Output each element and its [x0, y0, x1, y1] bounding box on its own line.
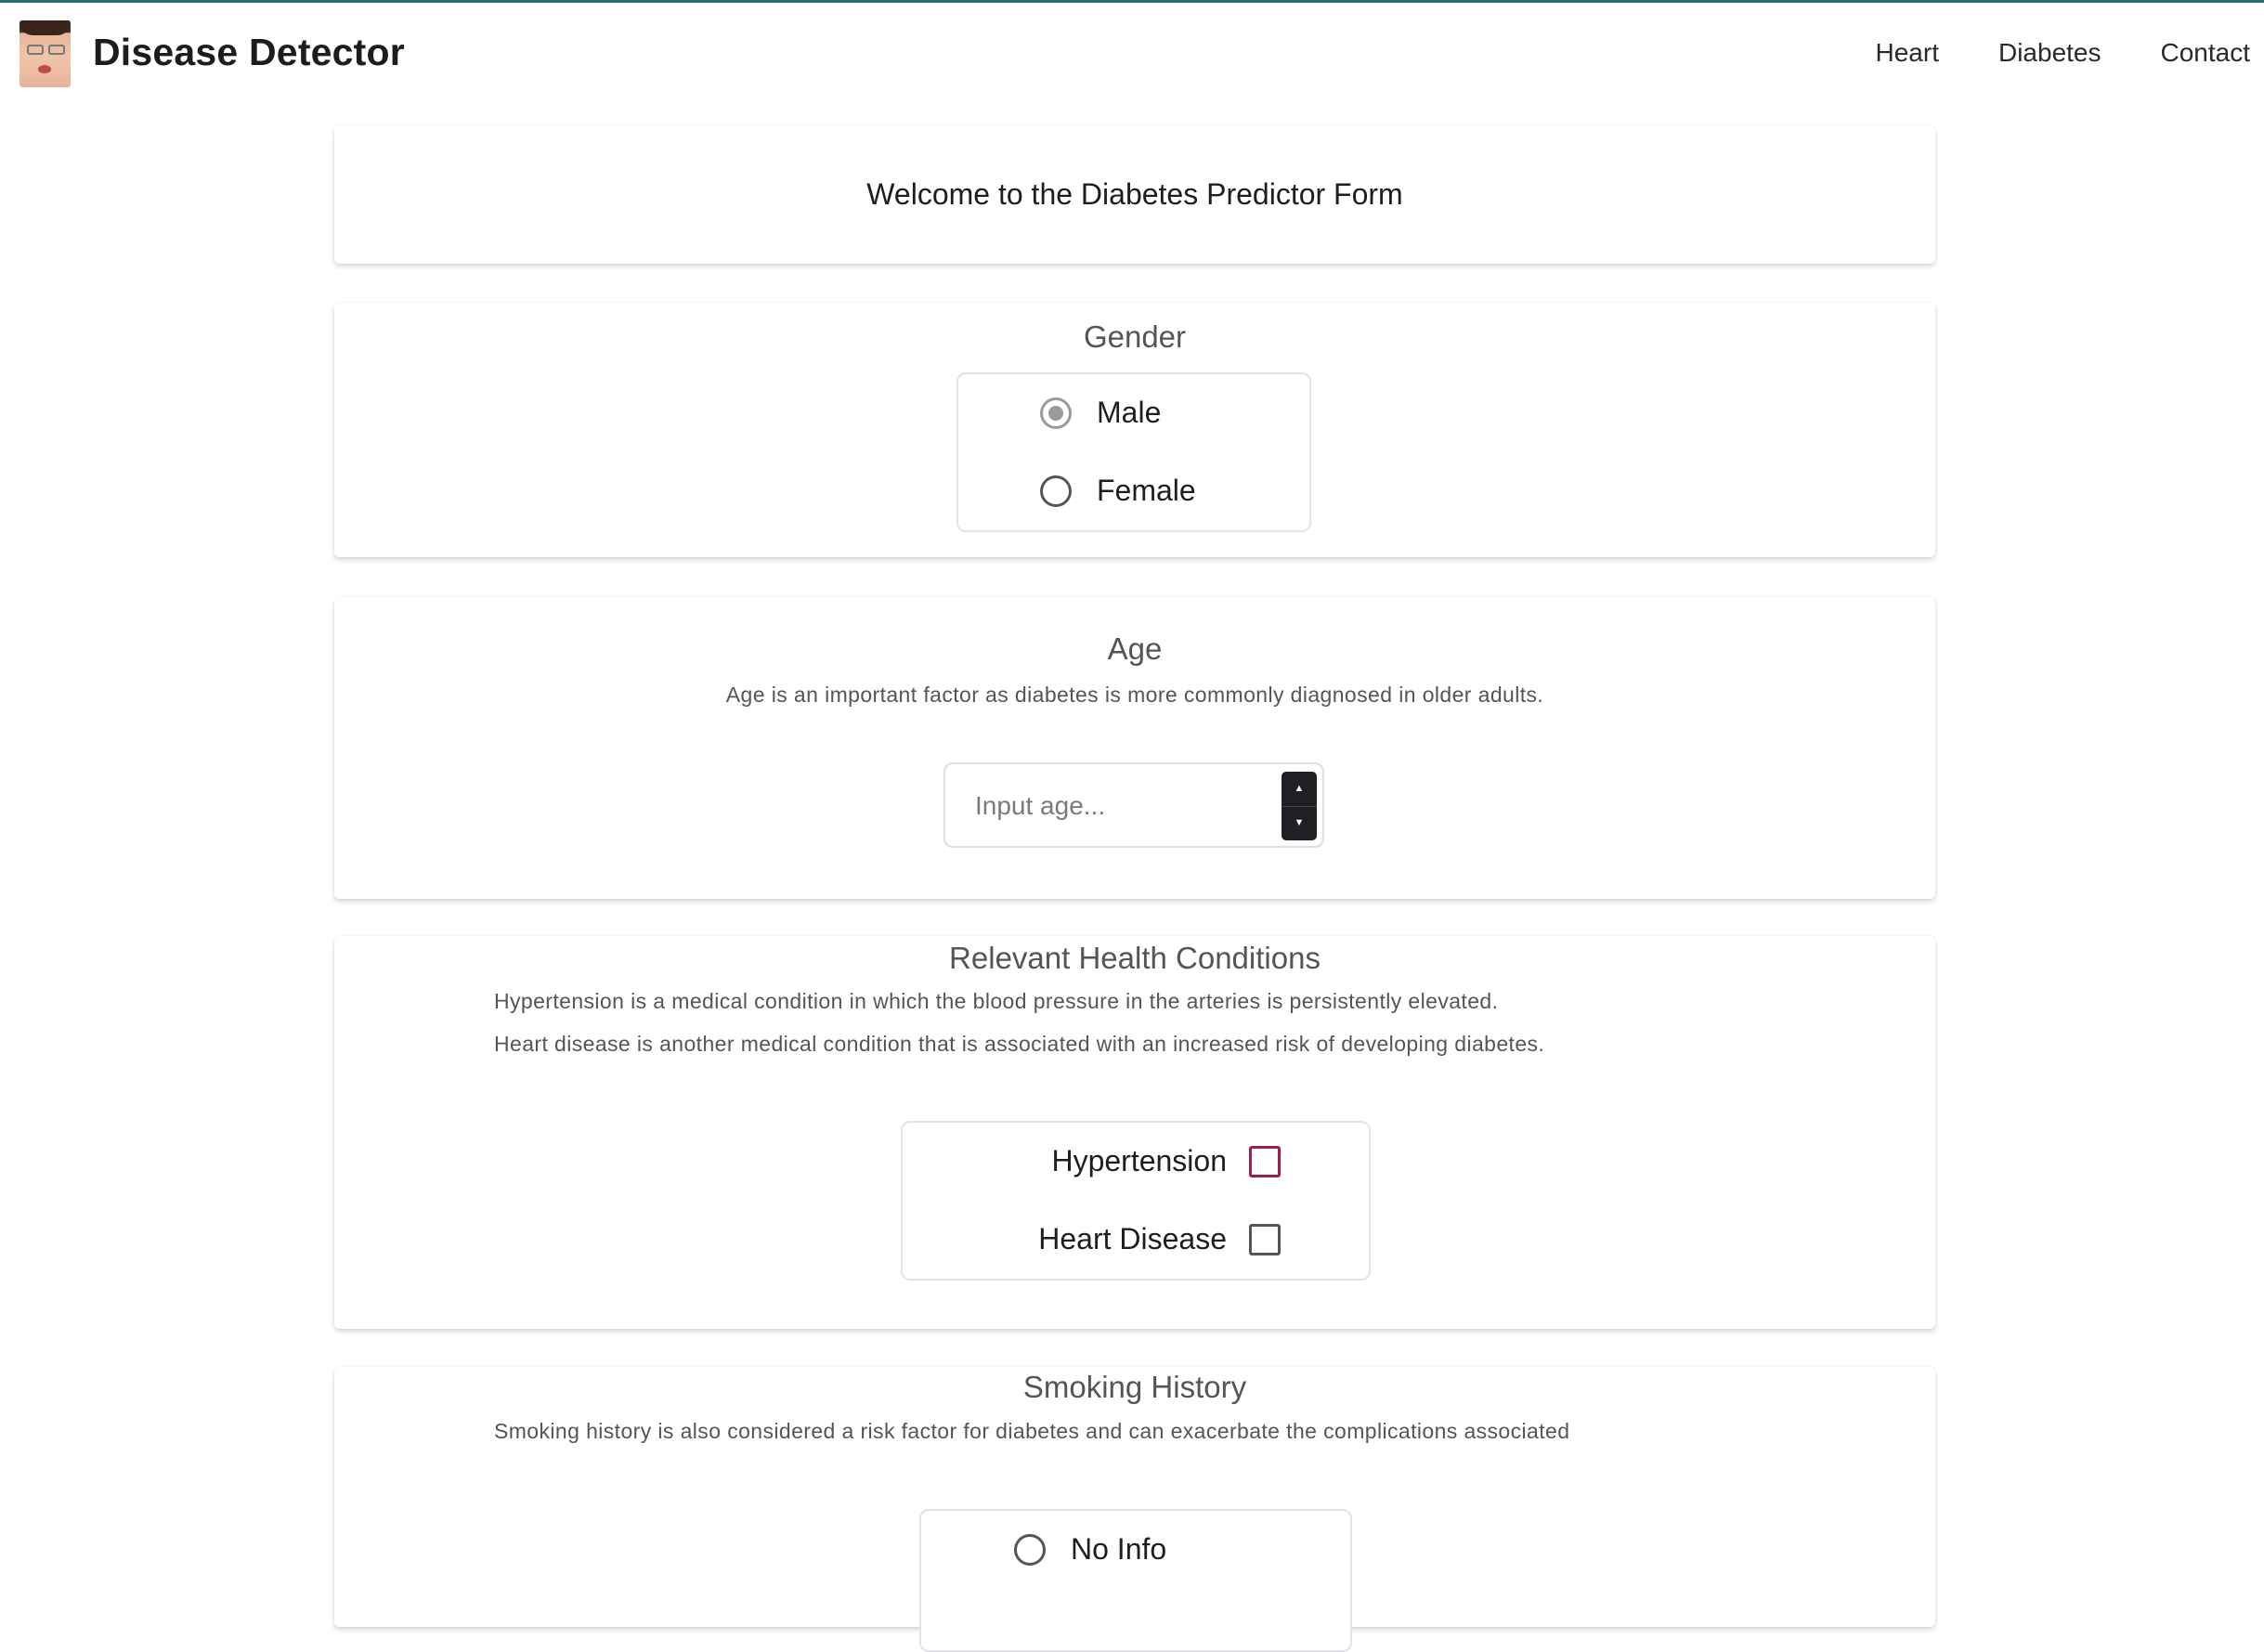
smoking-description: Smoking history is also considered a ris…	[494, 1419, 1570, 1443]
gender-option-label: Female	[1097, 474, 1196, 507]
spinner-down-icon[interactable]: ▼	[1282, 806, 1317, 840]
checkbox-hypertension[interactable]	[1249, 1145, 1281, 1177]
conditions-description-heart: Heart disease is another medical conditi…	[494, 1032, 1545, 1056]
age-title: Age	[1107, 631, 1163, 666]
nav-link-heart[interactable]: Heart	[1876, 38, 1939, 75]
checkbox-heart-disease[interactable]	[1249, 1223, 1281, 1255]
gender-option-label: Male	[1097, 396, 1162, 429]
smoking-options: No Info	[919, 1509, 1352, 1652]
nav-link-contact[interactable]: Contact	[2161, 38, 2251, 75]
age-input-wrapper: ▲ ▼	[943, 762, 1324, 848]
gender-card: Gender Male Female	[334, 303, 1935, 557]
condition-option-heart-disease[interactable]: Heart Disease	[1038, 1222, 1281, 1256]
welcome-card: Welcome to the Diabetes Predictor Form	[334, 125, 1935, 264]
age-input[interactable]	[947, 766, 1293, 846]
age-description: Age is an important factor as diabetes i…	[725, 683, 1544, 707]
age-spinner: ▲ ▼	[1282, 772, 1317, 840]
radio-male[interactable]	[1040, 397, 1072, 429]
gender-option-female[interactable]: Female	[1040, 474, 1196, 508]
radio-female[interactable]	[1040, 475, 1072, 507]
age-card: Age Age is an important factor as diabet…	[334, 597, 1935, 899]
smoking-option-label: No Info	[1071, 1532, 1167, 1566]
spinner-up-icon[interactable]: ▲	[1282, 772, 1317, 807]
condition-option-label: Hypertension	[1051, 1144, 1227, 1177]
condition-option-hypertension[interactable]: Hypertension	[1051, 1144, 1281, 1178]
conditions-card: Relevant Health Conditions Hypertension …	[334, 936, 1935, 1329]
conditions-description-hypertension: Hypertension is a medical condition in w…	[494, 989, 1499, 1013]
smoking-option-no-info[interactable]: No Info	[1014, 1532, 1166, 1567]
smoking-card: Smoking History Smoking history is also …	[334, 1367, 1935, 1652]
smoking-title: Smoking History	[1022, 1370, 1247, 1404]
radio-no-info[interactable]	[1014, 1533, 1046, 1566]
nav-links: Heart Diabetes Contact	[1816, 38, 2264, 75]
conditions-options: Hypertension Heart Disease	[901, 1121, 1371, 1281]
nav-link-diabetes[interactable]: Diabetes	[1998, 38, 2101, 75]
condition-option-label: Heart Disease	[1038, 1222, 1227, 1255]
conditions-title: Relevant Health Conditions	[949, 941, 1321, 975]
logo-avatar-icon[interactable]	[20, 20, 71, 87]
gender-options: Male Female	[956, 372, 1311, 532]
navbar: Disease Detector Heart Diabetes Contact	[0, 3, 2264, 105]
welcome-heading: Welcome to the Diabetes Predictor Form	[866, 177, 1403, 211]
brand-title[interactable]: Disease Detector	[93, 31, 405, 74]
gender-option-male[interactable]: Male	[1040, 396, 1161, 430]
gender-title: Gender	[1083, 319, 1187, 354]
